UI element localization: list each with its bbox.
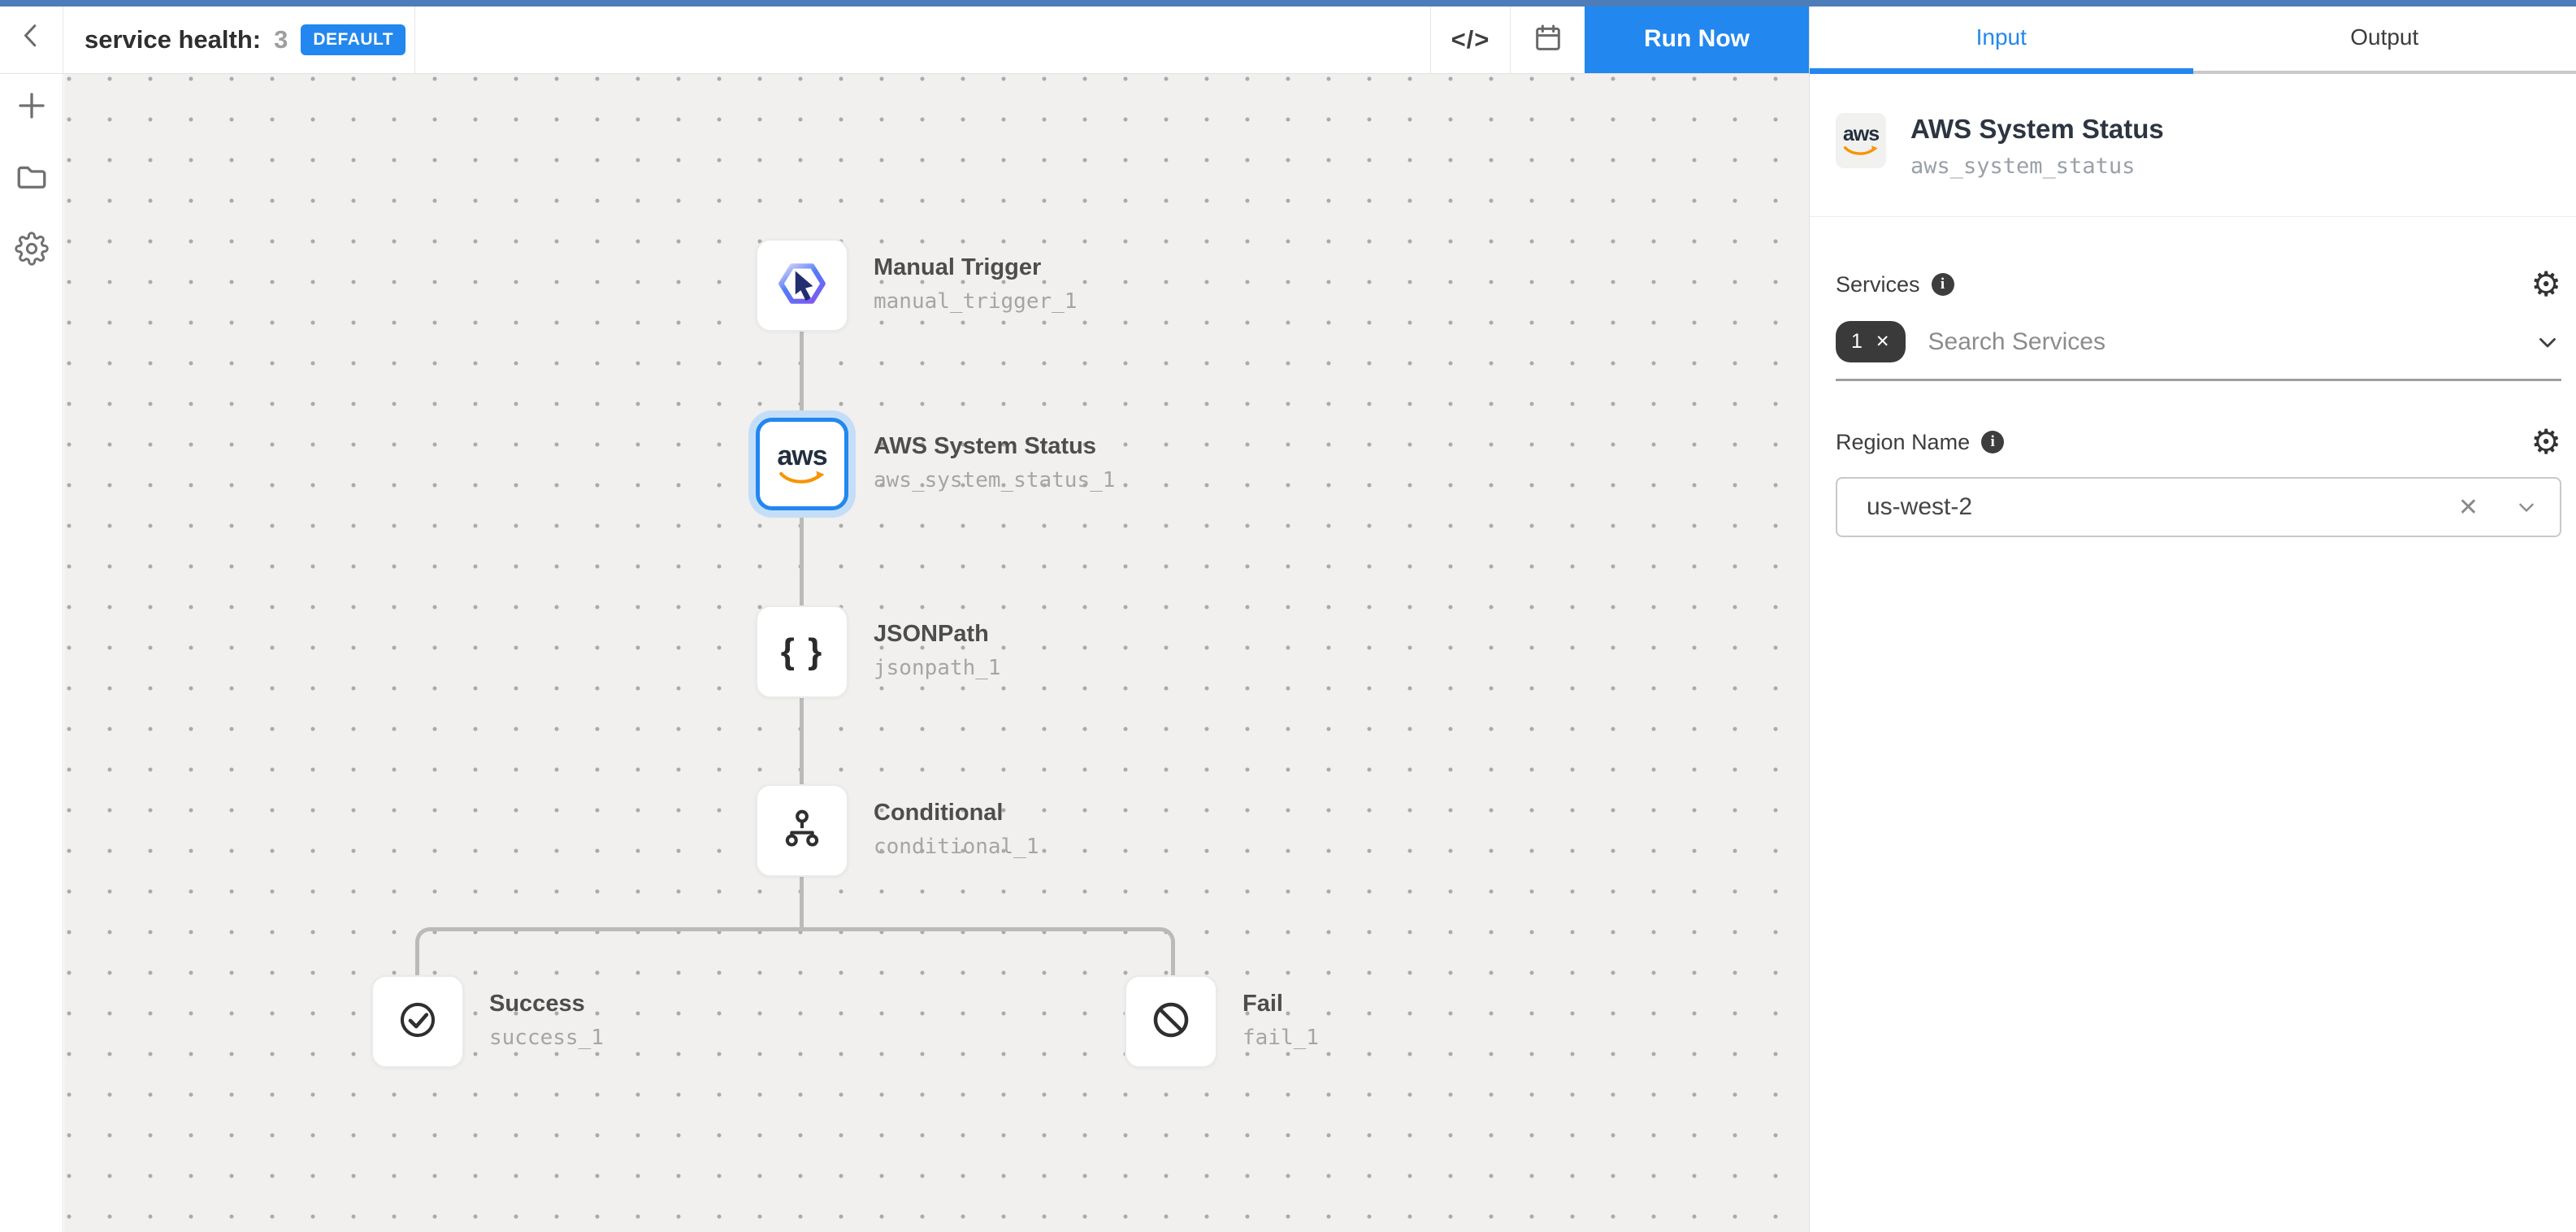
connector-line [800, 877, 804, 929]
default-badge: DEFAULT [301, 24, 405, 55]
chip-close-icon[interactable]: ✕ [1876, 332, 1890, 352]
workflow-title: service health: [85, 25, 261, 54]
gear-icon [15, 232, 49, 270]
panel-tabs: Input Output [1810, 0, 2576, 74]
settings-button[interactable] [15, 233, 49, 267]
node-title: Conditional [874, 797, 1039, 828]
services-label: Services [1836, 272, 1920, 297]
node-title: Manual Trigger [874, 252, 1077, 283]
app-window: service health: 3 DEFAULT </> Run Now [0, 0, 2576, 1232]
gear-icon[interactable]: ⚙ [2530, 267, 2561, 301]
node-id: aws_system_status_1 [874, 468, 1115, 492]
calendar-icon [1532, 22, 1564, 59]
region-input[interactable]: us-west-2 ✕ [1836, 477, 2561, 537]
back-chevron-icon [17, 20, 46, 54]
chip-count: 1 [1851, 330, 1863, 354]
clear-icon[interactable]: ✕ [2458, 493, 2478, 522]
node-success[interactable] [371, 975, 464, 1068]
node-fail[interactable] [1125, 975, 1217, 1068]
branch-tree-icon [778, 805, 826, 857]
schedule-button[interactable] [1511, 7, 1585, 73]
node-jsonpath[interactable]: { } [756, 605, 848, 698]
add-node-button[interactable] [15, 90, 49, 124]
json-braces-icon: { } [781, 631, 823, 672]
services-placeholder: Search Services [1928, 328, 2105, 356]
info-icon[interactable]: i [1981, 431, 2004, 453]
workflow-run-count: 3 [274, 25, 288, 54]
aws-smile-icon [1843, 145, 1879, 157]
chevron-down-icon[interactable] [2514, 495, 2539, 519]
region-label: Region Name [1836, 430, 1970, 455]
inspector-panel: Input Output aws AWS System Status aws_s… [1809, 0, 2576, 1232]
info-icon[interactable]: i [1932, 273, 1954, 296]
header-divider [414, 0, 415, 73]
connector-line [800, 698, 804, 784]
tab-output[interactable]: Output [2193, 0, 2576, 74]
panel-node-title: AWS System Status [1910, 113, 2164, 145]
branch-connector [415, 927, 1175, 976]
node-title: AWS System Status [874, 431, 1115, 462]
node-title: JSONPath [874, 618, 1001, 649]
node-title: Success [489, 988, 604, 1019]
header-bar: service health: 3 DEFAULT </> Run Now [0, 0, 1809, 74]
region-field: Region Name i ⚙ us-west-2 ✕ [1836, 425, 2561, 537]
gear-icon[interactable]: ⚙ [2530, 425, 2561, 459]
node-manual-trigger[interactable] [756, 239, 848, 332]
aws-logo-icon: aws [777, 442, 827, 486]
node-id: jsonpath_1 [874, 656, 1001, 680]
node-title: Fail [1242, 988, 1319, 1019]
connector-line [800, 332, 804, 418]
node-id: manual_trigger_1 [874, 289, 1077, 314]
region-value: us-west-2 [1867, 493, 1972, 521]
check-circle-icon [394, 996, 441, 1048]
workflow-canvas[interactable]: Manual Trigger manual_trigger_1 aws AWS … [64, 74, 1809, 1232]
aws-logo-icon: aws [1836, 113, 1886, 168]
node-conditional[interactable] [756, 784, 848, 877]
chevron-down-icon[interactable] [2534, 328, 2561, 356]
workflow-title-group: service health: 3 DEFAULT [85, 7, 405, 73]
left-sidebar [0, 74, 63, 1232]
aws-logo-text: aws [777, 442, 826, 470]
folder-icon [15, 160, 49, 198]
services-field: Services i ⚙ 1 ✕ Search Services [1836, 267, 2561, 381]
node-id: success_1 [489, 1026, 604, 1050]
no-entry-icon [1147, 996, 1195, 1048]
top-accent-bar [0, 0, 2576, 7]
node-aws-system-status[interactable]: aws [756, 418, 848, 510]
plus-icon [15, 89, 49, 127]
code-view-button[interactable]: </> [1431, 7, 1510, 73]
panel-node-header: aws AWS System Status aws_system_status [1836, 113, 2561, 179]
run-now-button[interactable]: Run Now [1585, 0, 1809, 73]
back-button[interactable] [0, 0, 63, 73]
node-id: conditional_1 [874, 835, 1039, 859]
connector-line [800, 510, 804, 605]
aws-smile-icon [777, 470, 827, 486]
services-count-chip[interactable]: 1 ✕ [1836, 321, 1906, 362]
panel-node-id: aws_system_status [1910, 154, 2164, 179]
node-id: fail_1 [1242, 1026, 1319, 1050]
services-select[interactable]: 1 ✕ Search Services [1836, 321, 2561, 381]
manual-trigger-icon [775, 257, 829, 315]
aws-logo-text: aws [1843, 124, 1879, 145]
panel-divider [1810, 216, 2576, 217]
files-button[interactable] [15, 162, 49, 196]
tab-input[interactable]: Input [1810, 0, 2193, 74]
